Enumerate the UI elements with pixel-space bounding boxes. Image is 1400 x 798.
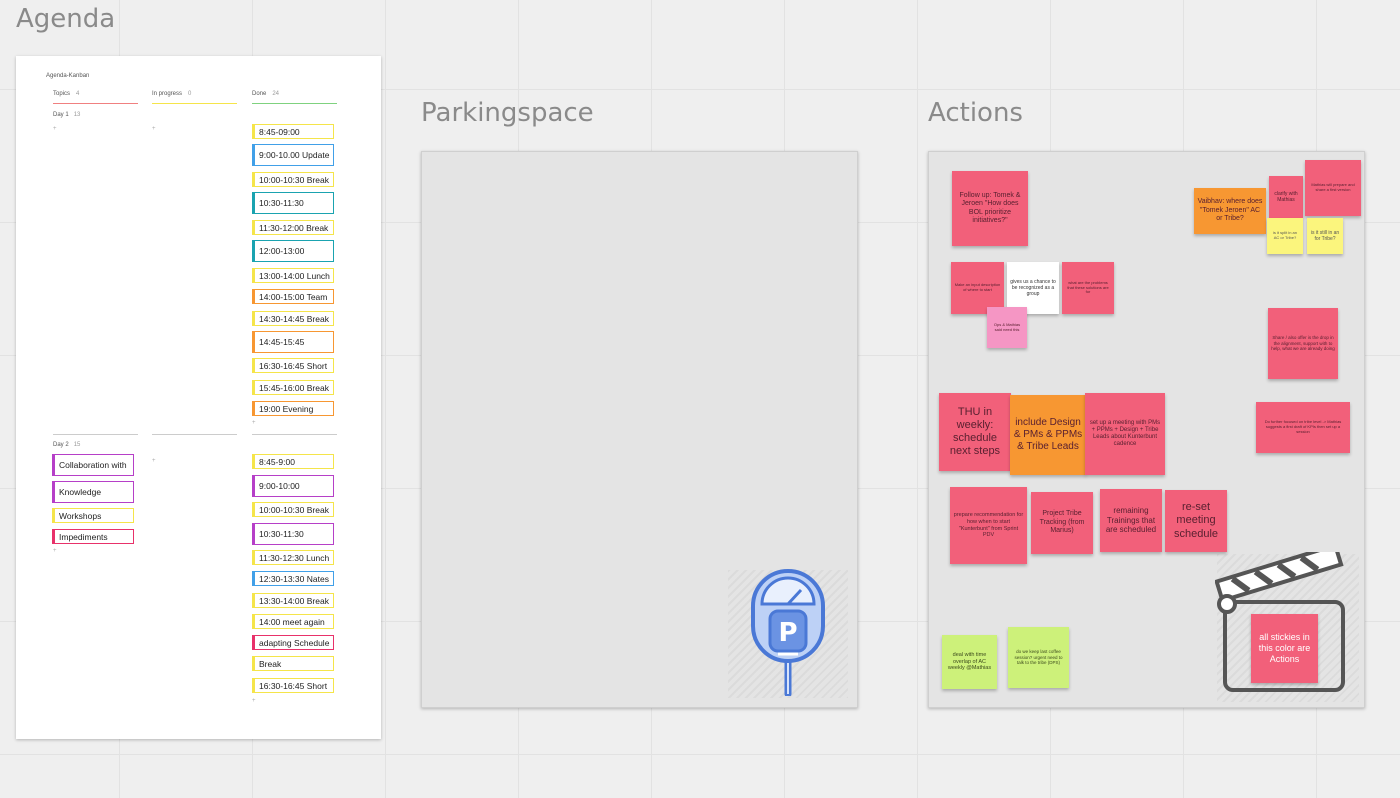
add-card-icon[interactable]: + [53,548,57,554]
sticky-note[interactable]: re-set meeting schedule [1165,490,1227,552]
kanban-card[interactable]: 14:30-14:45 Break [252,311,334,326]
add-card-icon[interactable]: + [152,126,156,132]
column-in-progress-header[interactable]: In progress 0 [152,91,237,104]
swimlane-count: 13 [73,112,81,118]
kanban-card[interactable]: 9:00-10.00 Update [252,144,334,166]
agenda-frame[interactable]: Agenda-Kanban Topics 4 In progress 0 Done 2… [16,56,381,739]
kanban-card[interactable]: Workshops [52,508,134,523]
kanban-card[interactable]: 11:30-12:30 Lunch [252,550,334,565]
column-count: 0 [188,91,192,97]
column-count: 4 [76,91,80,97]
sticky-note[interactable]: prepare recommendation for how when to s… [950,487,1027,564]
sticky-note[interactable]: Vaibhav: where does "Tomek Jeroen" AC or… [1194,188,1266,234]
column-label: In progress [152,91,183,97]
swimlane-divider [252,434,337,435]
add-card-icon[interactable]: + [152,458,156,464]
svg-text:P: P [778,618,797,648]
kanban-card[interactable]: 14:45-15:45 [252,331,334,353]
column-count: 24 [272,91,280,97]
swimlane-count: 15 [73,442,81,448]
kanban-card[interactable]: 10:30-11:30 [252,523,334,545]
sticky-note[interactable]: what are the problems that these solutio… [1062,262,1114,314]
sticky-note[interactable]: do we keep last coffee session? urgent n… [1008,627,1069,688]
add-card-icon[interactable]: + [53,126,57,132]
swimlane-label: Day 1 [53,112,69,118]
kanban-card[interactable]: 8:45-09:00 [252,124,334,139]
kanban-card[interactable]: 11:30-12:00 Break [252,220,334,235]
agenda-frame-title[interactable]: Agenda [16,4,115,34]
kanban-card[interactable]: 16:30-16:45 Short [252,358,334,373]
column-label: Topics [53,91,71,97]
sticky-note[interactable]: Follow up: Tomek & Jeroen "How does BOL … [952,171,1028,246]
kanban-card[interactable]: Collaboration with [52,454,134,476]
parking-meter-icon[interactable]: P [748,566,828,696]
sticky-note[interactable]: is it still in an for Tribe? [1307,218,1343,254]
kanban-card[interactable]: 16:30-16:45 Short [252,678,334,693]
kanban-card[interactable]: 12:00-13:00 [252,240,334,262]
kanban-card[interactable]: 8:45-9:00 [252,454,334,469]
sticky-note[interactable]: Do further focused on tribe level -> Mat… [1256,402,1350,453]
kanban-card[interactable]: 14:00 meet again [252,614,334,629]
kanban-card[interactable]: 10:00-10:30 Break [252,172,334,187]
add-card-icon[interactable]: + [252,420,256,426]
column-label: Done [252,91,267,97]
legend-sticky-note[interactable]: all stickies in this color are Actions [1251,614,1318,683]
sticky-note[interactable]: Ops & Mathias said need this [987,307,1027,348]
kanban-card[interactable]: 19:00 Evening [252,401,334,416]
kanban-card[interactable]: 10:00-10:30 Break [252,502,334,517]
sticky-note[interactable]: remaining Trainings that are scheduled [1100,489,1162,552]
kanban-card[interactable]: 13:00-14:00 Lunch [252,268,334,283]
sticky-note[interactable]: Share / also offer is the drop in the al… [1268,308,1338,379]
kanban-card[interactable]: 12:30-13:30 Nates [252,571,334,586]
sticky-note[interactable]: include Design & PMs & PPMs & Tribe Lead… [1010,395,1086,475]
kanban-card[interactable]: 10:30-11:30 [252,192,334,214]
sticky-note[interactable]: clarify with Mathias [1269,176,1303,218]
parking-frame-title[interactable]: Parkingspace [421,98,594,128]
swimlane-label: Day 2 [53,442,69,448]
column-done-header[interactable]: Done 24 [252,91,337,104]
kanban-card[interactable]: Impediments [52,529,134,544]
sticky-note[interactable]: set up a meeting with PMs + PPMs + Desig… [1085,393,1165,475]
kanban-card[interactable]: Break [252,656,334,671]
kanban-card[interactable]: 14:00-15:00 Team [252,289,334,304]
parking-frame[interactable]: P [421,151,858,708]
actions-frame[interactable]: Follow up: Tomek & Jeroen "How does BOL … [928,151,1365,708]
sticky-note[interactable]: THU in weekly: schedule next steps [939,393,1011,471]
swimlane-divider [53,434,138,435]
add-card-icon[interactable]: + [252,698,256,704]
swimlane-day2-label[interactable]: Day 2 15 [53,442,80,448]
sticky-note[interactable]: is it split in an AC or Tribe? [1267,218,1303,254]
kanban-card[interactable]: 13:30-14:00 Break [252,593,334,608]
kanban-card[interactable]: 15:45-16:00 Break [252,380,334,395]
kanban-card[interactable]: 9:00-10:00 [252,475,334,497]
kanban-card[interactable]: adapting Schedule [252,635,334,650]
swimlane-day1-label[interactable]: Day 1 13 [53,112,80,118]
sticky-note[interactable]: deal with time overlap of AC weekly @Mat… [942,635,997,689]
sticky-note[interactable]: Mathias will prepare and share a first v… [1305,160,1361,216]
sticky-note[interactable]: Project Tribe Tracking (from Marius) [1031,492,1093,554]
swimlane-divider [152,434,237,435]
kanban-title: Agenda-Kanban [46,73,90,79]
column-topics-header[interactable]: Topics 4 [53,91,138,104]
kanban-card[interactable]: Knowledge [52,481,134,503]
actions-frame-title[interactable]: Actions [928,98,1023,128]
